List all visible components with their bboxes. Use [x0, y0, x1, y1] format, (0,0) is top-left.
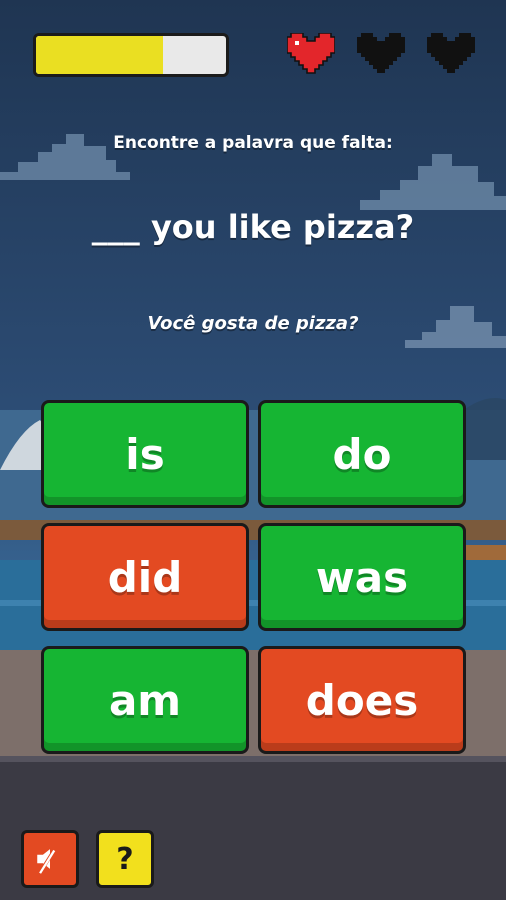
progress-bar [33, 33, 229, 77]
life-heart-empty-icon [427, 33, 475, 73]
instruction-text: Encontre a palavra que falta: [113, 133, 393, 153]
answer-button-did[interactable]: did [41, 523, 249, 631]
answer-button-is[interactable]: is [41, 400, 249, 508]
answer-grid: is do did was am does [41, 400, 466, 754]
answer-button-does[interactable]: does [258, 646, 466, 754]
answer-button-am[interactable]: am [41, 646, 249, 754]
translation-text: Você gosta de pizza? [147, 313, 359, 334]
progress-bar-fill [36, 36, 164, 74]
speaker-muted-icon [37, 846, 58, 874]
help-button[interactable]: ? [96, 830, 154, 888]
life-heart-icon [287, 33, 335, 74]
life-heart-empty-icon [357, 33, 405, 73]
mute-button[interactable] [21, 830, 79, 888]
answer-button-was[interactable]: was [258, 523, 466, 631]
question-sentence: ___ you like pizza? [91, 208, 415, 246]
answer-button-do[interactable]: do [258, 400, 466, 508]
